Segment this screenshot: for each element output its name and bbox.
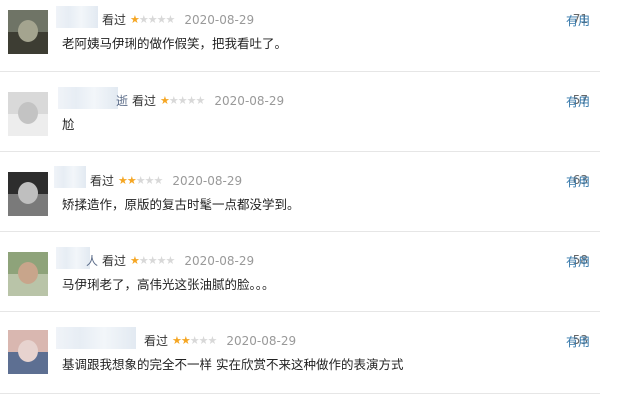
review-item: 看过 ★ ★ ★ ★ ★ 2020-08-29 63 有用 矫揉造作，原版的复古时髦一点… — [0, 160, 640, 240]
star-filled-icon: ★ — [118, 174, 128, 187]
username-redacted — [54, 166, 86, 188]
star-empty-icon: ★ — [177, 94, 188, 107]
useful-button[interactable]: 有用 — [566, 173, 590, 190]
review-meta: 看过 ★ ★ ★ ★ ★ 2020-08-29 — [140, 332, 296, 349]
star-empty-icon: ★ — [156, 254, 167, 267]
star-empty-icon: ★ — [144, 174, 155, 187]
watched-label: 看过 — [90, 174, 115, 188]
rating-stars: ★ ★ ★ ★ ★ — [130, 13, 176, 26]
useful-button[interactable]: 有用 — [566, 12, 590, 29]
review-text: 基调跟我想象的完全不一样 实在欣赏不来这种做作的表演方式 — [62, 357, 404, 372]
review-meta: 看过 ★ ★ ★ ★ ★ 2020-08-29 — [86, 172, 242, 189]
useful-button[interactable]: 有用 — [566, 253, 590, 270]
watched-label: 看过 — [132, 94, 157, 108]
review-date: 2020-08-29 — [226, 333, 297, 348]
star-empty-icon: ★ — [156, 13, 167, 26]
review-date: 2020-08-29 — [184, 12, 255, 27]
star-filled-icon: ★ — [172, 334, 182, 347]
avatar[interactable] — [8, 252, 48, 296]
star-empty-icon: ★ — [195, 94, 206, 107]
rating-stars: ★ ★ ★ ★ ★ — [172, 334, 218, 347]
review-date: 2020-08-29 — [172, 173, 243, 188]
review-item: 人 看过 ★ ★ ★ ★ ★ 2020-08-29 58 有用 马伊琍老了，高伟光这张油… — [0, 240, 640, 320]
divider — [0, 231, 600, 232]
star-empty-icon: ★ — [168, 94, 179, 107]
star-filled-icon: ★ — [160, 94, 170, 107]
star-empty-icon: ★ — [135, 174, 146, 187]
watched-label: 看过 — [102, 13, 127, 27]
avatar[interactable] — [8, 172, 48, 216]
divider — [0, 71, 600, 72]
star-empty-icon: ★ — [147, 13, 158, 26]
rating-stars: ★ ★ ★ ★ ★ — [130, 254, 176, 267]
rating-stars: ★ ★ ★ ★ ★ — [160, 94, 206, 107]
username-redacted — [56, 247, 90, 269]
useful-button[interactable]: 有用 — [566, 333, 590, 350]
username-redacted — [58, 87, 118, 109]
review-meta: 逝 看过 ★ ★ ★ ★ ★ 2020-08-29 — [116, 92, 284, 109]
review-meta: 人 看过 ★ ★ ★ ★ ★ 2020-08-29 — [86, 252, 254, 269]
avatar[interactable] — [8, 10, 48, 54]
username-redacted — [56, 6, 98, 28]
star-empty-icon: ★ — [207, 334, 218, 347]
star-empty-icon: ★ — [165, 13, 176, 26]
divider — [0, 151, 600, 152]
review-item: 看过 ★ ★ ★ ★ ★ 2020-08-29 71 有用 老阿姨马伊琍的做作假笑，把我… — [0, 0, 640, 80]
star-filled-icon: ★ — [130, 13, 140, 26]
star-empty-icon: ★ — [153, 174, 164, 187]
avatar[interactable] — [8, 92, 48, 136]
watched-label: 看过 — [144, 334, 169, 348]
divider — [0, 393, 600, 394]
review-text: 老阿姨马伊琍的做作假笑，把我看吐了。 — [62, 36, 288, 51]
username-tail[interactable]: 人 — [86, 252, 98, 269]
useful-button[interactable]: 有用 — [566, 93, 590, 110]
star-filled-icon: ★ — [130, 254, 140, 267]
review-list: 看过 ★ ★ ★ ★ ★ 2020-08-29 71 有用 老阿姨马伊琍的做作假笑，把我… — [0, 0, 640, 400]
divider — [0, 311, 600, 312]
review-meta: 看过 ★ ★ ★ ★ ★ 2020-08-29 — [98, 11, 254, 28]
avatar[interactable] — [8, 330, 48, 374]
star-empty-icon: ★ — [186, 94, 197, 107]
review-date: 2020-08-29 — [214, 93, 285, 108]
review-date: 2020-08-29 — [184, 253, 255, 268]
star-empty-icon: ★ — [147, 254, 158, 267]
rating-stars: ★ ★ ★ ★ ★ — [118, 174, 164, 187]
star-filled-icon: ★ — [126, 174, 137, 187]
star-empty-icon: ★ — [198, 334, 209, 347]
star-empty-icon: ★ — [138, 254, 149, 267]
star-filled-icon: ★ — [180, 334, 191, 347]
review-text: 矫揉造作，原版的复古时髦一点都没学到。 — [62, 197, 300, 212]
star-empty-icon: ★ — [189, 334, 200, 347]
username-tail[interactable]: 逝 — [116, 92, 128, 109]
username-redacted — [56, 327, 136, 349]
review-text: 尬 — [62, 117, 75, 132]
star-empty-icon: ★ — [165, 254, 176, 267]
star-empty-icon: ★ — [138, 13, 149, 26]
review-text: 马伊琍老了，高伟光这张油腻的脸。。。 — [62, 277, 275, 292]
review-item: 逝 看过 ★ ★ ★ ★ ★ 2020-08-29 57 有用 尬 — [0, 80, 640, 160]
review-item: 看过 ★ ★ ★ ★ ★ 2020-08-29 53 有用 基调跟我想象的完全不一样 实… — [0, 320, 640, 400]
watched-label: 看过 — [102, 254, 127, 268]
